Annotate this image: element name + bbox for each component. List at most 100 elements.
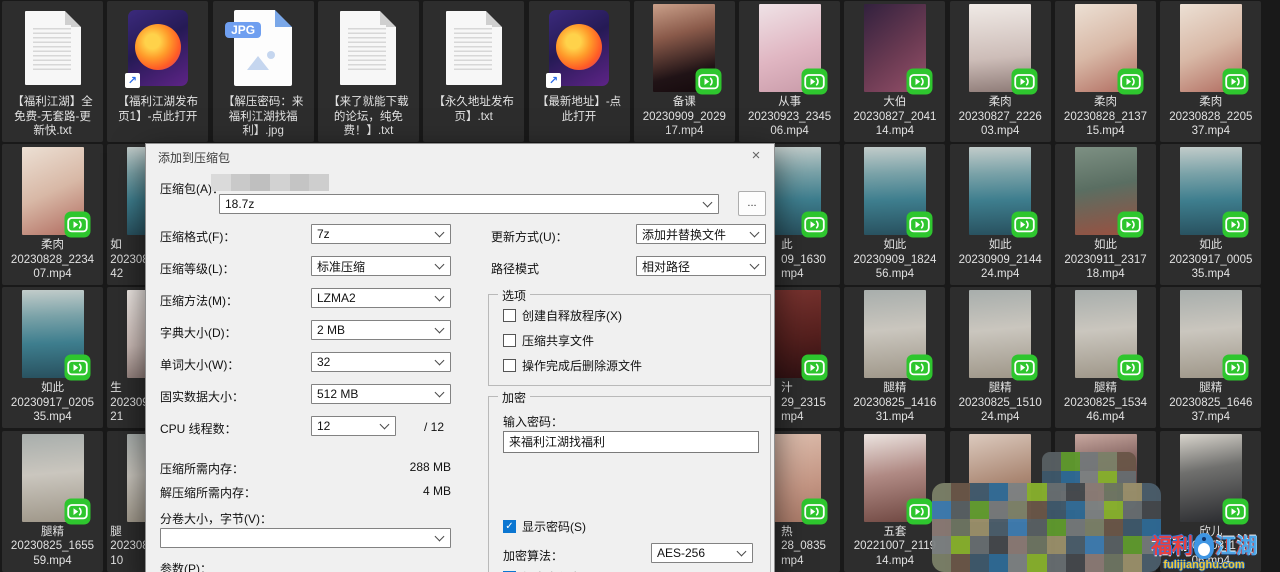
- path-mode-combo[interactable]: 相对路径: [636, 256, 766, 276]
- file-name: 如此20230911_231718.mp4: [1055, 238, 1156, 282]
- chevron-down-icon: [750, 228, 760, 238]
- file-tile[interactable]: 如此20230909_214424.mp4: [950, 144, 1051, 285]
- dialog-titlebar[interactable]: 添加到压缩包 ×: [146, 144, 774, 168]
- file-tile[interactable]: 备课20230909_202917.mp4: [634, 1, 735, 142]
- text-file-icon: [25, 11, 81, 85]
- file-tile[interactable]: 腿精20230825_151024.mp4: [950, 287, 1051, 428]
- file-thumbnail-area: [950, 144, 1051, 238]
- file-tile[interactable]: 如此20230911_231718.mp4: [1055, 144, 1156, 285]
- file-name: 【来了就能下载的论坛，纯免费！】.txt: [318, 95, 419, 139]
- file-tile[interactable]: 腿精20230825_165559.mp4: [2, 431, 103, 572]
- browse-button[interactable]: ...: [738, 191, 766, 216]
- watermark-word1: 福利: [1151, 536, 1193, 557]
- file-tile[interactable]: 如此20230909_182456.mp4: [844, 144, 945, 285]
- delete-after-checkbox[interactable]: 操作完成后删除源文件: [503, 357, 642, 374]
- format-value: 7z: [312, 227, 432, 241]
- file-thumbnail-area: [1160, 431, 1261, 525]
- format-combo[interactable]: 7z: [311, 224, 451, 244]
- delete-after-checkbox-label: 操作完成后删除源文件: [522, 357, 642, 374]
- file-tile[interactable]: 【永久地址发布页】.txt: [423, 1, 524, 142]
- file-tile[interactable]: 如此20230917_000535.mp4: [1160, 144, 1261, 285]
- dict-size-label: 字典大小(D)：: [160, 324, 237, 341]
- file-tile[interactable]: 五套20221007_211914.mp4: [844, 431, 945, 572]
- encryption-group: 加密 输入密码： 来福利江湖找福利 ✓ 显示密码(S) 加密算法： AES-25…: [488, 396, 771, 572]
- document-lines-decoration: [33, 25, 71, 73]
- update-mode-value: 添加并替换文件: [637, 226, 747, 243]
- file-tile[interactable]: 【来了就能下载的论坛，纯免费！】.txt: [318, 1, 419, 142]
- file-thumbnail-area: [2, 287, 103, 381]
- file-tile[interactable]: 腿精20230825_164637.mp4: [1160, 287, 1261, 428]
- file-name: 腿精20230825_153446.mp4: [1055, 381, 1156, 425]
- shared-files-checkbox[interactable]: 压缩共享文件: [503, 332, 594, 349]
- file-tile[interactable]: 如此20230917_020535.mp4: [2, 287, 103, 428]
- file-name: 如此20230917_000535.mp4: [1160, 238, 1261, 282]
- level-combo[interactable]: 标准压缩: [311, 256, 451, 276]
- encryption-method-combo[interactable]: AES-256: [651, 543, 753, 563]
- video-thumbnail: [864, 434, 926, 522]
- level-label: 压缩等级(L)：: [160, 260, 235, 277]
- method-value: LZMA2: [312, 291, 432, 305]
- file-name: 腿精20230825_151024.mp4: [950, 381, 1051, 425]
- video-play-badge-icon: [1011, 211, 1038, 238]
- file-name: 大伯20230827_204114.mp4: [844, 95, 945, 139]
- cpu-threads-combo[interactable]: 12: [311, 416, 396, 436]
- path-mode-label: 路径模式: [491, 260, 539, 277]
- chevron-down-icon: [380, 420, 390, 430]
- file-thumbnail-area: [2, 144, 103, 238]
- video-thumbnail: [22, 434, 84, 522]
- video-thumbnail: [1180, 4, 1242, 92]
- show-password-checkbox[interactable]: ✓ 显示密码(S): [503, 518, 586, 535]
- close-icon[interactable]: ×: [747, 147, 765, 164]
- file-tile[interactable]: 柔肉20230828_213715.mp4: [1055, 1, 1156, 142]
- method-combo[interactable]: LZMA2: [311, 288, 451, 308]
- file-tile[interactable]: 腿精20230825_141631.mp4: [844, 287, 945, 428]
- dict-size-combo[interactable]: 2 MB: [311, 320, 451, 340]
- file-tile[interactable]: ↗ 【最新地址】-点此打开: [529, 1, 630, 142]
- file-name: 柔肉20230828_220537.mp4: [1160, 95, 1261, 139]
- video-thumbnail: [1180, 147, 1242, 235]
- file-tile[interactable]: 腿精20230825_153446.mp4: [1055, 287, 1156, 428]
- file-tile[interactable]: 从事20230923_234506.mp4: [739, 1, 840, 142]
- video-play-badge-icon: [1222, 354, 1249, 381]
- file-thumbnail-area: [844, 287, 945, 381]
- encryption-method-label: 加密算法：: [503, 547, 563, 564]
- word-size-combo[interactable]: 32: [311, 352, 451, 372]
- video-play-badge-icon: [695, 68, 722, 95]
- file-tile[interactable]: 柔肉20230828_220537.mp4: [1160, 1, 1261, 142]
- file-name: 备课20230909_202917.mp4: [634, 95, 735, 139]
- video-thumbnail: [1075, 290, 1137, 378]
- show-password-label: 显示密码(S): [522, 518, 586, 535]
- solid-size-combo[interactable]: 512 MB: [311, 384, 451, 404]
- file-thumbnail-area: [844, 144, 945, 238]
- video-thumbnail: [864, 4, 926, 92]
- file-tile[interactable]: 大伯20230827_204114.mp4: [844, 1, 945, 142]
- file-tile[interactable]: JPG 【解压密码：来福利江湖找福利】.jpg: [213, 1, 314, 142]
- chevron-down-icon: [435, 388, 445, 398]
- cpu-threads-max: / 12: [424, 420, 444, 434]
- firefox-shortcut-icon: ↗: [549, 10, 609, 86]
- file-name: 如此20230909_214424.mp4: [950, 238, 1051, 282]
- encryption-method-value: AES-256: [652, 546, 734, 560]
- video-play-badge-icon: [1222, 498, 1249, 525]
- file-thumbnail-area: [1055, 287, 1156, 381]
- file-name: 如此20230917_020535.mp4: [2, 381, 103, 425]
- sfx-checkbox[interactable]: 创建自释放程序(X): [503, 307, 622, 324]
- options-group-title: 选项: [498, 287, 530, 304]
- archive-name-combo[interactable]: 18.7z: [219, 194, 719, 214]
- shortcut-arrow-icon: ↗: [125, 73, 140, 88]
- update-mode-combo[interactable]: 添加并替换文件: [636, 224, 766, 244]
- format-label: 压缩格式(F)：: [160, 228, 235, 245]
- video-play-badge-icon: [906, 211, 933, 238]
- file-tile[interactable]: 柔肉20230827_222603.mp4: [950, 1, 1051, 142]
- file-tile[interactable]: 柔肉20230828_223407.mp4: [2, 144, 103, 285]
- file-tile[interactable]: 【福利江湖】全免费-无套路-更新快.txt: [2, 1, 103, 142]
- password-input[interactable]: 来福利江湖找福利: [503, 431, 759, 453]
- video-thumbnail: [653, 4, 715, 92]
- volume-size-combo[interactable]: [160, 528, 451, 548]
- file-thumbnail-area: [1160, 144, 1261, 238]
- file-thumbnail-area: JPG: [213, 1, 314, 95]
- video-play-badge-icon: [1011, 354, 1038, 381]
- file-tile[interactable]: ↗ 【福利江湖发布页1】-点此打开: [107, 1, 208, 142]
- censor-mosaic-large: [932, 483, 1161, 572]
- volume-size-label: 分卷大小，字节(V)：: [160, 510, 272, 527]
